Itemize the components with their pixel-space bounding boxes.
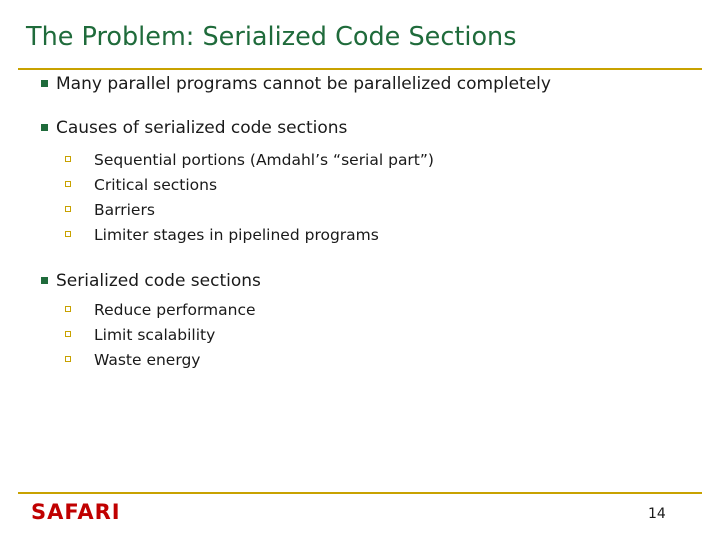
bullet-level1: Causes of serialized code sections [18, 118, 702, 138]
page-title: The Problem: Serialized Code Sections [26, 22, 517, 52]
bullet-text: Waste energy [94, 351, 201, 369]
bullet-level2: Barriers [18, 201, 702, 220]
hollow-square-bullet-icon [65, 231, 71, 237]
bullet-text: Barriers [94, 201, 155, 219]
bullet-text: Limiter stages in pipelined programs [94, 226, 379, 244]
slide-body: Many parallel programs cannot be paralle… [18, 74, 702, 370]
square-bullet-icon [41, 277, 48, 284]
hollow-square-bullet-icon [65, 206, 71, 212]
bullet-text: Limit scalability [94, 326, 216, 344]
bullet-level2: Sequential portions (Amdahl’s “serial pa… [18, 151, 702, 170]
bullet-level1: Serialized code sections [18, 271, 702, 291]
bullet-text: Causes of serialized code sections [56, 118, 348, 138]
title-divider [18, 68, 702, 70]
bullet-text: Serialized code sections [56, 271, 261, 291]
bullet-text: Many parallel programs cannot be paralle… [56, 74, 551, 94]
hollow-square-bullet-icon [65, 306, 71, 312]
bullet-level1: Many parallel programs cannot be paralle… [18, 74, 702, 94]
square-bullet-icon [41, 80, 48, 87]
footer-divider [18, 492, 702, 494]
hollow-square-bullet-icon [65, 156, 71, 162]
bullet-text: Reduce performance [94, 301, 256, 319]
bullet-level2: Limiter stages in pipelined programs [18, 226, 702, 245]
bullet-level2: Limit scalability [18, 326, 702, 345]
bullet-level2: Reduce performance [18, 301, 702, 320]
hollow-square-bullet-icon [65, 331, 71, 337]
bullet-level2: Waste energy [18, 351, 702, 370]
bullet-text: Sequential portions (Amdahl’s “serial pa… [94, 151, 434, 169]
hollow-square-bullet-icon [65, 356, 71, 362]
hollow-square-bullet-icon [65, 181, 71, 187]
page-number: 14 [648, 506, 666, 522]
safari-logo: SAFARI [31, 500, 121, 524]
slide: The Problem: Serialized Code Sections Ma… [0, 0, 720, 540]
bullet-level2: Critical sections [18, 176, 702, 195]
square-bullet-icon [41, 124, 48, 131]
bullet-text: Critical sections [94, 176, 218, 194]
